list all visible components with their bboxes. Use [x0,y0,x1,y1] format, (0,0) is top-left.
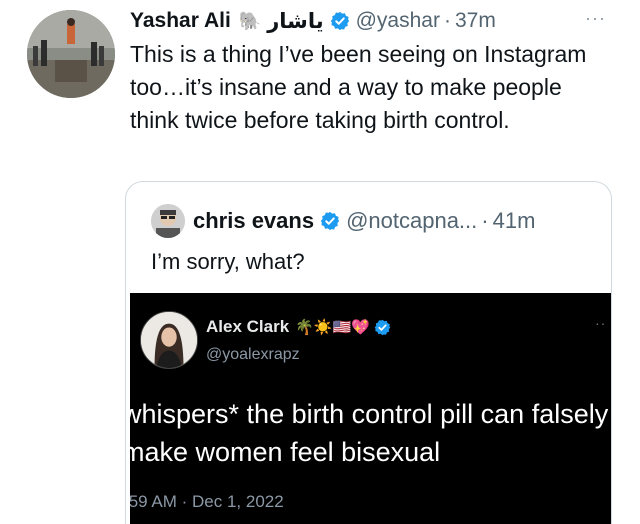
quoted-author-handle[interactable]: @notcapna... [346,208,477,234]
quoted-avatar-image [151,204,185,238]
verified-badge-icon [374,319,391,335]
tweet-time[interactable]: 37m [455,9,496,33]
avatar-image [27,10,115,98]
quoted-tweet-time[interactable]: 41m [493,208,536,234]
quoted-author-avatar[interactable] [151,204,185,238]
embedded-tweet-text: whispers* the birth control pill can fal… [130,399,609,467]
separator-dot: · [443,9,451,32]
embedded-header: Alex Clark 🌴☀️🇺🇸💖 [206,317,391,337]
more-options-icon[interactable]: ··· [585,8,606,29]
separator-dot: · [481,208,489,233]
verified-badge-icon [330,11,349,31]
tweet: Yashar Ali 🐘 یاشار @yashar · 37m ··· Thi… [0,0,640,524]
embedded-avatar-image [141,312,197,368]
author-name-arabic: یاشار [267,9,324,33]
emoji-badges: 🌴☀️🇺🇸💖 [295,318,370,336]
quoted-author-name[interactable]: chris evans [193,208,314,234]
embedded-author-name: Alex Clark [206,317,290,336]
quoted-tweet-header: chris evans @notcapna... · 41m [151,204,535,238]
tweet-header: Yashar Ali 🐘 یاشار @yashar · 37m [130,6,630,36]
verified-badge-icon [320,211,340,231]
elephant-icon: 🐘 [238,10,262,32]
screenshot-media[interactable]: Alex Clark 🌴☀️🇺🇸💖 @yoalexrapz ·· whisper… [130,293,611,524]
quoted-tweet-text: I’m sorry, what? [151,249,305,274]
author-avatar[interactable] [27,10,115,98]
embedded-tweet-timestamp: :59 AM · Dec 1, 2022 [130,492,284,511]
embedded-author-handle: @yoalexrapz [206,346,300,363]
more-options-icon: ·· [595,315,607,331]
embedded-author-avatar [140,311,198,369]
author-name[interactable]: Yashar Ali [130,9,231,33]
tweet-text: This is a thing I’ve been seeing on Inst… [130,41,587,133]
quoted-tweet[interactable]: chris evans @notcapna... · 41m I’m sorry… [125,181,612,524]
author-handle[interactable]: @yashar [356,9,440,33]
